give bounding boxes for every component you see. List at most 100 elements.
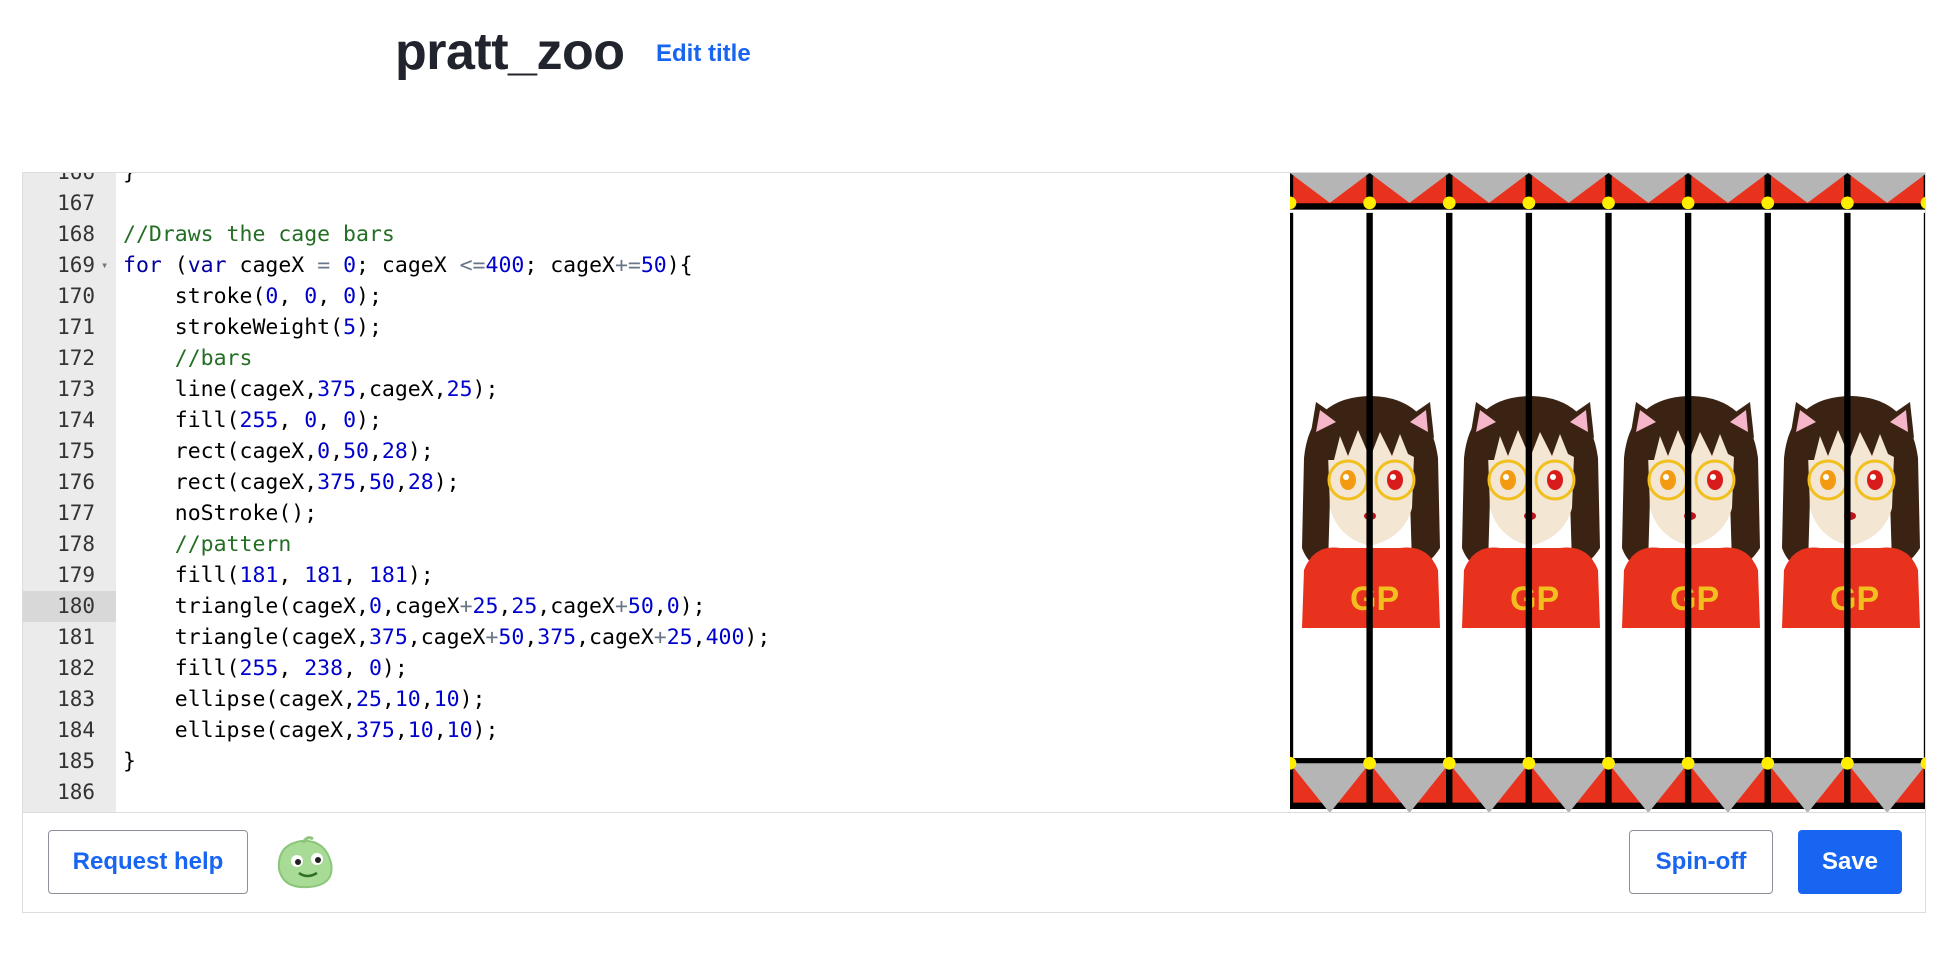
code-text: //pattern — [123, 529, 292, 560]
code-line[interactable]: 172 //bars — [23, 343, 1273, 374]
output-canvas[interactable]: GP — [1290, 173, 1925, 812]
code-text: strokeWeight(5); — [123, 312, 382, 343]
code-text: for (var cageX = 0; cageX <=400; cageX+=… — [123, 250, 693, 281]
code-token: , — [433, 718, 447, 743]
code-text: } — [123, 746, 136, 777]
code-token: } — [123, 173, 136, 185]
code-line[interactable]: 177 noStroke(); — [23, 498, 1273, 529]
code-token: ,cageX — [407, 625, 486, 650]
code-line[interactable]: 168 //Draws the cage bars — [23, 219, 1273, 250]
code-token: ( — [161, 253, 188, 278]
code-token: 10 — [446, 718, 473, 743]
code-text: fill(181, 181, 181); — [123, 560, 434, 591]
line-number: 175 — [57, 439, 95, 463]
code-line[interactable]: 176 rect(cageX,375,50,28); — [23, 467, 1273, 498]
code-line[interactable]: 166} — [23, 173, 1273, 188]
code-token: triangle(cageX, — [123, 625, 369, 650]
code-token: 25 — [666, 625, 693, 650]
code-line[interactable]: 169 ▾ for (var cageX = 0; cageX <=400; cag… — [23, 250, 1273, 281]
code-token: 181 — [239, 563, 279, 588]
code-token: 10 — [394, 687, 421, 712]
code-token: 0 — [666, 594, 680, 619]
code-line[interactable]: 183 ellipse(cageX,25,10,10); — [23, 684, 1273, 715]
code-token: , — [343, 563, 369, 588]
code-token: ); — [381, 656, 408, 681]
code-token: + — [614, 594, 628, 619]
code-token: 28 — [407, 470, 434, 495]
code-token: , — [394, 470, 408, 495]
code-text: line(cageX,375,cageX,25); — [123, 374, 499, 405]
code-token: 0 — [343, 284, 357, 309]
line-number: 186 — [57, 780, 95, 804]
code-line[interactable]: 167 — [23, 188, 1273, 219]
code-token: 0 — [343, 253, 357, 278]
line-number: 183 — [57, 687, 95, 711]
line-number: 168 — [57, 222, 95, 246]
code-token: cageX — [226, 253, 318, 278]
bolt-top — [1363, 196, 1376, 210]
code-token: noStroke(); — [123, 501, 318, 526]
code-text: fill(255, 238, 0); — [123, 653, 408, 684]
code-token: , — [278, 656, 305, 681]
green-blob-avatar-icon[interactable] — [273, 833, 335, 891]
code-line[interactable]: 178 //pattern — [23, 529, 1273, 560]
bolt-bottom — [1522, 756, 1536, 770]
code-line[interactable]: 170 stroke(0, 0, 0); — [23, 281, 1273, 312]
code-line[interactable]: 175 rect(cageX,0,50,28); — [23, 436, 1273, 467]
code-token: line(cageX, — [123, 377, 318, 402]
code-lines: 166} 167 168 //Draws the cage bars 169▾ for (… — [23, 173, 1273, 808]
line-number: 171 — [57, 315, 95, 339]
line-number: 181 — [57, 625, 95, 649]
code-token: 25 — [472, 594, 499, 619]
code-token: } — [123, 749, 136, 774]
code-token: + — [459, 594, 473, 619]
code-token: 5 — [343, 315, 357, 340]
code-token: ){ — [666, 253, 693, 278]
code-token: , — [394, 718, 408, 743]
code-line[interactable]: 186 — [23, 777, 1273, 808]
bolt-bottom — [1602, 756, 1615, 770]
code-token: ); — [407, 439, 434, 464]
code-line[interactable]: 185} — [23, 746, 1273, 777]
code-line[interactable]: 179 fill(181, 181, 181); — [23, 560, 1273, 591]
spin-off-button[interactable]: Spin-off — [1629, 830, 1773, 894]
bolt-bottom — [1363, 756, 1376, 770]
code-token: //Draws the cage bars — [123, 222, 395, 247]
code-line[interactable]: 180 triangle(cageX,0,cageX+25,25,cageX+5… — [23, 591, 1273, 622]
line-number: 179 — [57, 563, 95, 587]
code-token: 375 — [317, 470, 357, 495]
bolt-bottom — [1761, 756, 1775, 770]
code-line[interactable]: 182 fill(255, 238, 0); — [23, 653, 1273, 684]
request-help-button[interactable]: Request help — [48, 830, 248, 894]
code-text: fill(255, 0, 0); — [123, 405, 382, 436]
code-line[interactable]: 173 line(cageX,375,cageX,25); — [23, 374, 1273, 405]
code-text: rect(cageX,375,50,28); — [123, 467, 460, 498]
save-button[interactable]: Save — [1798, 830, 1902, 894]
line-number: 170 — [57, 284, 95, 308]
code-line[interactable]: 174 fill(255, 0, 0); — [23, 405, 1273, 436]
edit-title-link[interactable]: Edit title — [656, 40, 751, 68]
output-canvas-drawing: GP — [1290, 173, 1925, 812]
code-token: , — [317, 284, 344, 309]
code-line[interactable]: 181 triangle(cageX,375,cageX+50,375,cage… — [23, 622, 1273, 653]
code-token: 238 — [304, 656, 344, 681]
code-token: 0 — [304, 284, 318, 309]
code-token: = — [317, 253, 331, 278]
bolt-top — [1442, 196, 1456, 210]
code-line[interactable]: 171 strokeWeight(5); — [23, 312, 1273, 343]
code-token: , — [278, 284, 305, 309]
code-token: , — [368, 439, 382, 464]
line-number: 178 — [57, 532, 95, 556]
line-number: 169 — [57, 253, 95, 277]
code-editor[interactable]: 166} 167 168 //Draws the cage bars 169▾ for (… — [23, 173, 1273, 812]
code-line[interactable]: 184 ellipse(cageX,375,10,10); — [23, 715, 1273, 746]
code-token: strokeWeight( — [123, 315, 344, 340]
line-number: 184 — [57, 718, 95, 742]
code-token: , — [692, 625, 706, 650]
footer-bar: Request help Spin-off Save — [22, 812, 1926, 913]
bolt-top — [1841, 196, 1854, 210]
code-token: , — [317, 408, 344, 433]
code-token: 181 — [368, 563, 408, 588]
fold-arrow-icon[interactable]: ▾ — [101, 250, 108, 281]
workspace: 166} 167 168 //Draws the cage bars 169▾ for (… — [22, 172, 1926, 812]
